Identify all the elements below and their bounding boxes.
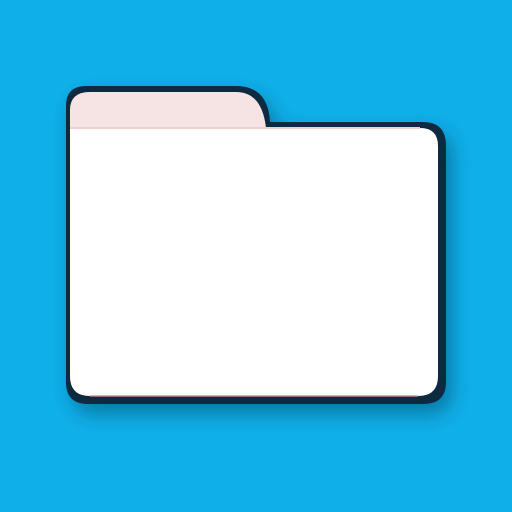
app-icon-canvas bbox=[0, 0, 512, 512]
folder-icon[interactable] bbox=[0, 0, 512, 512]
folder-body bbox=[70, 128, 438, 396]
folder-icon-graphic bbox=[66, 86, 446, 404]
folder-tab bbox=[70, 92, 266, 128]
